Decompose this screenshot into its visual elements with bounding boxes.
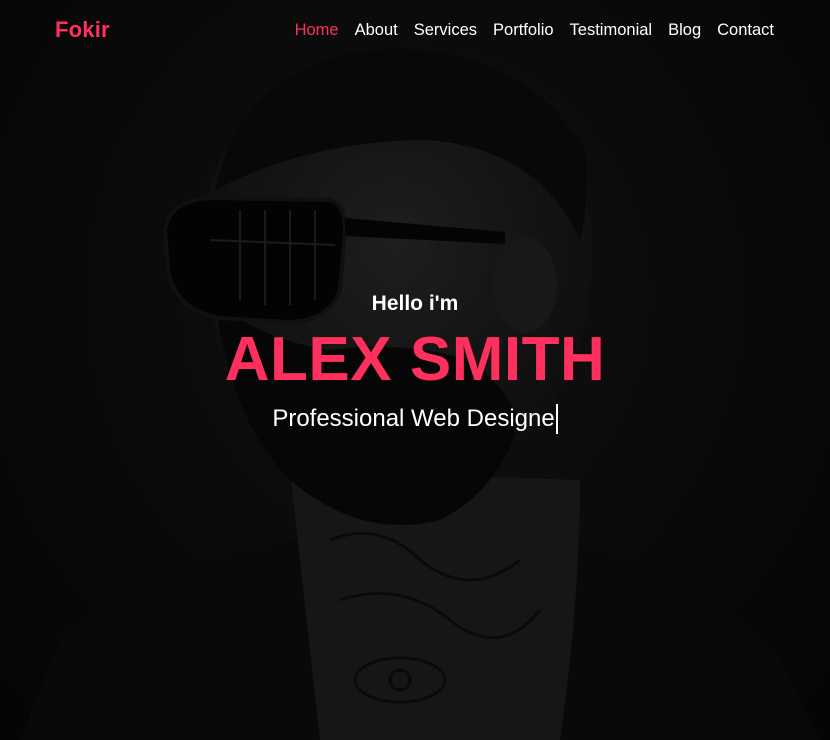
nav-link-home[interactable]: Home: [295, 21, 339, 39]
nav-item-portfolio: Portfolio: [493, 21, 554, 40]
hero-typed-role: Professional Web Designe: [272, 405, 555, 432]
nav-link-blog[interactable]: Blog: [668, 21, 701, 39]
typing-cursor: [555, 404, 558, 434]
nav-item-contact: Contact: [717, 21, 774, 40]
nav-menu: Home About Services Portfolio Testimonia…: [295, 21, 774, 40]
nav-link-contact[interactable]: Contact: [717, 21, 774, 39]
top-navbar: Fokir Home About Services Portfolio Test…: [0, 0, 830, 60]
nav-item-services: Services: [414, 21, 477, 40]
nav-link-services[interactable]: Services: [414, 21, 477, 39]
hero-name: ALEX SMITH: [224, 325, 606, 394]
nav-item-home: Home: [295, 21, 339, 40]
hero-greeting: Hello i'm: [371, 292, 459, 315]
nav-item-testimonial: Testimonial: [570, 21, 653, 40]
nav-link-testimonial[interactable]: Testimonial: [570, 21, 653, 39]
nav-link-portfolio[interactable]: Portfolio: [493, 21, 554, 39]
hero-role-wrapper: Professional Web Designe: [272, 404, 558, 434]
hero-text-block: Hello i'm ALEX SMITH Professional Web De…: [0, 292, 830, 434]
nav-link-about[interactable]: About: [355, 21, 398, 39]
nav-item-about: About: [355, 21, 398, 40]
brand-logo[interactable]: Fokir: [55, 17, 110, 43]
nav-item-blog: Blog: [668, 21, 701, 40]
